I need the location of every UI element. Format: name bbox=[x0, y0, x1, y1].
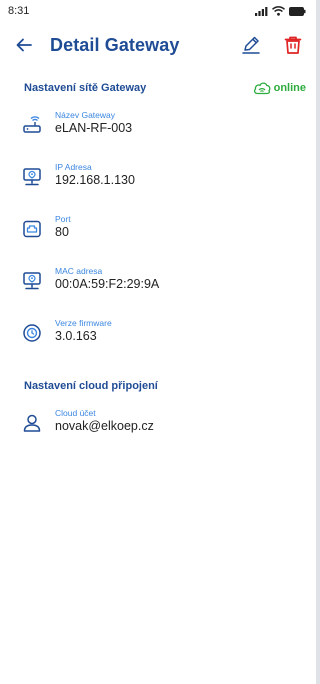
network-monitor-icon bbox=[23, 272, 41, 290]
gateway-name-text: Název Gateway eLAN-RF-003 bbox=[55, 104, 132, 136]
mac-address-value: 00:0A:59:F2:29:9A bbox=[55, 277, 160, 291]
cloud-wifi-icon bbox=[253, 82, 271, 95]
wifi-icon bbox=[272, 6, 285, 16]
cloud-account-text: Cloud účet novak@elkoep.cz bbox=[55, 402, 154, 434]
gateway-name-row: Název Gateway eLAN-RF-003 bbox=[0, 104, 316, 156]
port-label: Port bbox=[55, 214, 71, 224]
port-row: Port 80 bbox=[0, 208, 316, 260]
mac-address-label: MAC adresa bbox=[55, 266, 103, 276]
status-icons bbox=[255, 6, 306, 16]
gateway-name-value: eLAN-RF-003 bbox=[55, 121, 133, 135]
network-section-title: Nastavení sítě Gateway bbox=[24, 82, 147, 94]
cloud-account-label: Cloud účet bbox=[55, 408, 96, 418]
back-button[interactable] bbox=[12, 33, 36, 57]
cloud-section-header: Nastavení cloud připojení bbox=[0, 374, 316, 398]
delete-button[interactable] bbox=[282, 34, 304, 56]
port-text: Port 80 bbox=[55, 208, 71, 240]
ip-address-label: IP Adresa bbox=[55, 162, 92, 172]
ip-address-row: IP Adresa 192.168.1.130 bbox=[0, 156, 316, 208]
arrow-left-icon bbox=[16, 38, 32, 52]
network-section-header: Nastavení sítě Gateway online bbox=[0, 76, 316, 100]
cloud-section-title: Nastavení cloud připojení bbox=[24, 380, 158, 392]
appbar-actions bbox=[240, 34, 304, 56]
trash-icon bbox=[284, 36, 302, 54]
router-icon bbox=[23, 116, 41, 133]
ip-address-text: IP Adresa 192.168.1.130 bbox=[55, 156, 135, 188]
network-monitor-icon bbox=[23, 168, 41, 186]
mac-address-row: MAC adresa 00:0A:59:F2:29:9A bbox=[0, 260, 316, 312]
ip-address-value: 192.168.1.130 bbox=[55, 173, 135, 187]
port-value: 80 bbox=[55, 225, 69, 239]
signal-icon bbox=[255, 6, 268, 16]
user-icon bbox=[23, 414, 41, 432]
online-status-label: online bbox=[273, 82, 306, 94]
app-bar: Detail Gateway bbox=[0, 22, 316, 68]
online-status-badge: online bbox=[253, 81, 306, 95]
cloud-account-row: Cloud účet novak@elkoep.cz bbox=[0, 402, 316, 454]
network-info-list: Název Gateway eLAN-RF-003 IP Adresa 192.… bbox=[0, 104, 316, 364]
page-title: Detail Gateway bbox=[50, 34, 180, 55]
status-time: 8:31 bbox=[8, 5, 30, 17]
cloud-account-value: novak@elkoep.cz bbox=[55, 419, 154, 433]
battery-icon bbox=[289, 6, 306, 16]
port-icon bbox=[23, 220, 41, 238]
firmware-icon bbox=[23, 324, 41, 342]
gateway-name-label: Název Gateway bbox=[55, 110, 115, 120]
firmware-value: 3.0.163 bbox=[55, 329, 97, 343]
firmware-text: Verze firmware 3.0.163 bbox=[55, 312, 112, 344]
mac-address-text: MAC adresa 00:0A:59:F2:29:9A bbox=[55, 260, 159, 292]
firmware-label: Verze firmware bbox=[55, 318, 112, 328]
status-bar: 8:31 bbox=[0, 0, 316, 22]
cloud-info-list: Cloud účet novak@elkoep.cz bbox=[0, 402, 316, 454]
phone-screen: 8:31 Detail Gateway Nastavení sítě Gatew… bbox=[0, 0, 316, 684]
edit-button[interactable] bbox=[240, 34, 262, 56]
firmware-row: Verze firmware 3.0.163 bbox=[0, 312, 316, 364]
pencil-icon bbox=[242, 36, 260, 54]
